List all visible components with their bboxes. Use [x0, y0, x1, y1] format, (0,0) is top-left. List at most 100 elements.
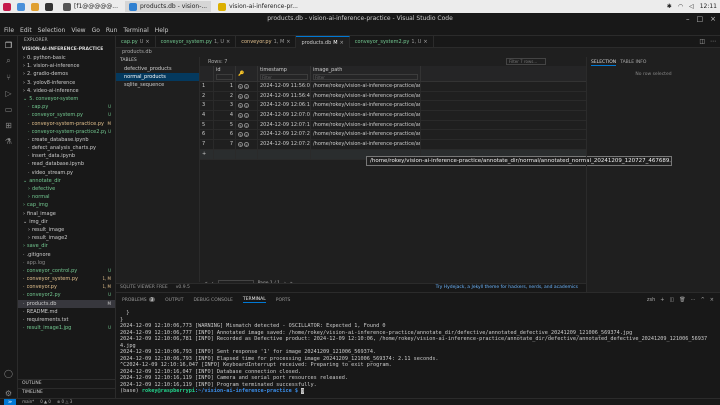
tree-item[interactable]: · conveyor_control.py U — [18, 267, 115, 275]
edit-row-icon[interactable]: ✎ — [238, 122, 243, 128]
folder-icon[interactable] — [31, 2, 39, 11]
menu-item-view[interactable]: View — [71, 25, 85, 35]
cell-id[interactable]: 6 — [214, 130, 236, 140]
close-icon[interactable]: × — [710, 13, 716, 25]
outline-section[interactable]: OUTLINE — [18, 379, 115, 387]
cell-id[interactable]: 7 — [214, 140, 236, 149]
trash-icon[interactable]: 🗑 — [679, 297, 685, 303]
testing-icon[interactable]: ⚗ — [4, 136, 14, 146]
new-terminal-icon[interactable]: + — [660, 297, 664, 303]
raspberry-menu-icon[interactable] — [3, 2, 11, 11]
cell-image-path[interactable]: /home/rokey/vision-ai-inference-practice… — [311, 111, 421, 120]
menu-item-run[interactable]: Run — [106, 25, 118, 35]
table-row[interactable]: 6 6 ✎ × 2024-12-09 12:07:22/home/rokey/visio… — [200, 130, 586, 141]
tree-item[interactable]: · cap.py U — [18, 103, 115, 111]
add-row-icon[interactable]: + — [200, 149, 214, 159]
cell-id[interactable]: 4 — [214, 111, 236, 120]
menu-item-terminal[interactable]: Terminal — [123, 25, 148, 35]
branch-status[interactable]: main* — [22, 399, 34, 405]
volume-icon[interactable]: ◁ — [689, 3, 694, 10]
sync-status[interactable]: 0 ▲ 0 — [40, 399, 51, 405]
tab-conveyor-system-py[interactable]: conveyor_system.py 1, U × — [156, 36, 237, 48]
tree-item[interactable]: ⌄ annotate_dir — [18, 177, 115, 185]
tree-item[interactable]: › 1. vision-ai-inference — [18, 62, 115, 70]
timeline-section[interactable]: TIMELINE — [18, 388, 115, 396]
search-icon[interactable]: ⌕ — [4, 56, 14, 66]
tab-table-info[interactable]: TABLE INFO — [620, 60, 646, 66]
cell-image-path[interactable]: /home/rokey/vision-ai-inference-practice… — [311, 130, 421, 140]
close-tab-icon[interactable]: × — [145, 39, 149, 45]
shell-name[interactable]: zsh — [647, 297, 655, 303]
col-id-header[interactable]: id — [216, 67, 233, 73]
edit-row-icon[interactable]: ✎ — [238, 93, 243, 99]
tree-item[interactable]: · app.log — [18, 259, 115, 267]
close-panel-icon[interactable]: × — [710, 297, 714, 303]
more-actions-icon[interactable]: ⋯ — [710, 38, 716, 45]
delete-row-icon[interactable]: × — [244, 141, 249, 147]
tab-conveyor-py[interactable]: conveyor.py 1, M × — [236, 36, 297, 48]
cell-timestamp[interactable]: 2024-12-09 12:07:12 — [258, 120, 311, 130]
edit-row-icon[interactable]: ✎ — [238, 83, 243, 89]
tree-item[interactable]: · result_image1.jpg U — [18, 324, 115, 332]
tree-item[interactable]: · insert_data.ipynb — [18, 152, 115, 160]
tree-item[interactable]: › result_image2 — [18, 234, 115, 242]
col-image-path-header[interactable]: image_path — [313, 67, 418, 73]
tab-debug-console[interactable]: DEBUG CONSOLE — [193, 298, 232, 303]
tree-item[interactable]: · video_stream.py — [18, 169, 115, 177]
more-actions-icon[interactable]: ⋯ — [691, 297, 696, 303]
tree-item[interactable]: › final_image — [18, 210, 115, 218]
tab-cap-py[interactable]: cap.py U × — [116, 36, 156, 48]
new-row-cell[interactable] — [214, 149, 236, 159]
tree-item[interactable]: ⌄ 5. conveyor-system — [18, 95, 115, 103]
tree-item[interactable]: › 4. video-ai-inference — [18, 87, 115, 95]
source-control-icon[interactable]: ⑂ — [4, 72, 14, 82]
cell-image-path[interactable]: /home/rokey/vision-ai-inference-practice… — [311, 101, 421, 111]
taskbar-item[interactable]: [f1@@@@@... — [59, 1, 122, 12]
table-item[interactable]: normal_products — [116, 73, 199, 81]
tree-item[interactable]: · conveyor2.py U — [18, 291, 115, 299]
tree-item[interactable]: › cap_img — [18, 201, 115, 209]
terminal-prompt[interactable]: (base) rokey@raspberrypi:~/vision-ai-inf… — [120, 388, 716, 395]
delete-row-icon[interactable]: × — [244, 132, 249, 138]
tab-terminal[interactable]: TERMINAL — [242, 297, 266, 303]
tree-item[interactable]: · conveyor-system-practice2.py U — [18, 128, 115, 136]
cell-image-path[interactable]: /home/rokey/vision-ai-inference-practice… — [311, 82, 421, 91]
cell-image-path[interactable]: /home/rokey/vision-ai-inference-practice… — [311, 120, 421, 130]
terminal-icon[interactable] — [45, 2, 53, 11]
split-terminal-icon[interactable]: ◫ — [670, 297, 675, 303]
tree-item[interactable]: · requirements.txt — [18, 316, 115, 324]
maximize-icon[interactable]: □ — [697, 13, 704, 25]
delete-row-icon[interactable]: × — [244, 112, 249, 118]
table-row[interactable]: 1 1 ✎ × 2024-12-09 11:56:09/home/rokey/visio… — [200, 82, 586, 92]
tree-item[interactable]: · README.md — [18, 308, 115, 316]
maximize-panel-icon[interactable]: ^ — [701, 297, 705, 303]
table-row[interactable]: 5 5 ✎ × 2024-12-09 12:07:12/home/rokey/visio… — [200, 120, 586, 131]
workspace-root[interactable]: VISION-AI-INFERENCE-PRACTICE — [18, 46, 115, 54]
account-icon[interactable]: ◯ — [4, 368, 14, 378]
edit-row-icon[interactable]: ✎ — [238, 132, 243, 138]
image-path-filter[interactable]: Filter — [313, 74, 418, 80]
wifi-icon[interactable]: ◠ — [678, 3, 683, 10]
table-row[interactable]: 4 4 ✎ × 2024-12-09 12:07:00/home/rokey/visio… — [200, 111, 586, 121]
cell-timestamp[interactable]: 2024-12-09 12:07:22 — [258, 130, 311, 140]
breadcrumb[interactable]: products.db — [116, 48, 152, 57]
terminal-output[interactable]: }} 2024-12-09 12:10:06,773 [WARNING] Mism… — [120, 310, 716, 395]
table-row[interactable]: 3 3 ✎ × 2024-12-09 12:06:10/home/rokey/visio… — [200, 101, 586, 112]
tree-item[interactable]: › 0. python-basic — [18, 54, 115, 62]
new-row-cell[interactable] — [258, 149, 311, 159]
tree-item[interactable]: ⌄ img_dir — [18, 218, 115, 226]
problems-status[interactable]: ⊗ 0 △ 3 — [57, 399, 72, 405]
tree-item[interactable]: · conveyor-system-practice.py M — [18, 120, 115, 128]
tree-item[interactable]: · conveyor_system.py U — [18, 111, 115, 119]
split-editor-icon[interactable]: ◫ — [699, 38, 705, 45]
tree-item[interactable]: › 3. yolov8-inference — [18, 79, 115, 87]
delete-row-icon[interactable]: × — [244, 103, 249, 109]
menu-item-selection[interactable]: Selection — [38, 25, 66, 35]
cell-image-path[interactable]: /home/rokey/vision-ai-inference-practice… — [311, 91, 421, 101]
delete-row-icon[interactable]: × — [244, 93, 249, 99]
new-row-cell[interactable] — [236, 149, 258, 159]
tree-item[interactable]: · defect_analysis_charts.py — [18, 144, 115, 152]
cell-id[interactable]: 1 — [214, 82, 236, 91]
edit-row-icon[interactable]: ✎ — [238, 141, 243, 147]
menu-item-go[interactable]: Go — [92, 25, 100, 35]
